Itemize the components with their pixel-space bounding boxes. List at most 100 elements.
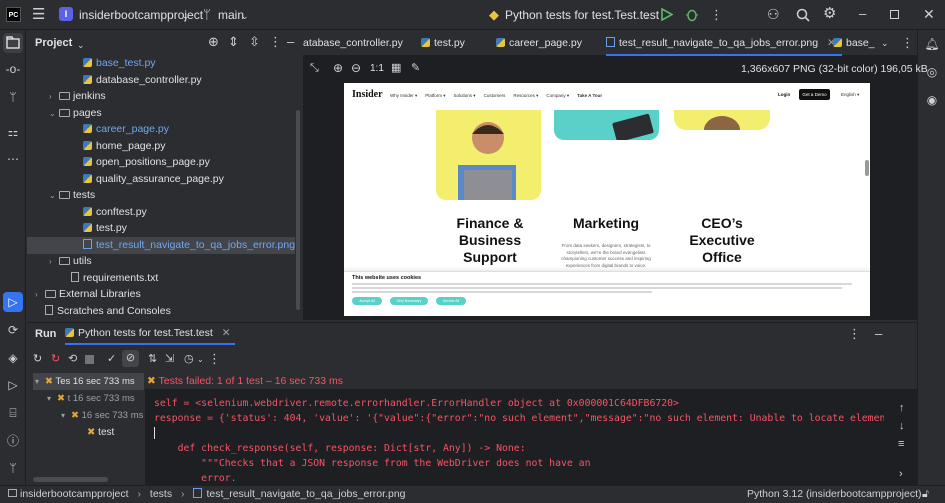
more-tabs-icon[interactable]: ⋮ [901, 36, 914, 50]
python-packages-icon[interactable]: ⟳ [3, 320, 23, 340]
tree-item[interactable]: home_page.py [27, 138, 295, 155]
chevron-down-icon[interactable]: ⌄ [77, 38, 85, 52]
show-passed-icon[interactable]: ✓ [107, 352, 116, 366]
tree-item[interactable]: › External Libraries [27, 286, 295, 303]
run-icon[interactable] [661, 8, 673, 21]
tree-item[interactable]: › utils [27, 253, 295, 270]
close-tab-icon[interactable]: ✕ [222, 327, 231, 339]
hide-icon[interactable]: – [287, 35, 294, 49]
tree-item[interactable]: ⌄ pages [27, 105, 295, 122]
tree-item[interactable]: conftest.py [27, 204, 295, 221]
grid-icon[interactable]: ▦ [391, 61, 401, 75]
chevron-down-icon[interactable]: ⌄ [197, 353, 204, 367]
project-tool-icon[interactable] [3, 33, 23, 53]
show-ignored-icon[interactable]: ⊘ [122, 350, 139, 367]
more-actions-icon[interactable]: ⋮ [710, 8, 723, 22]
tree-item[interactable]: test.py [27, 220, 295, 237]
test-tree-node[interactable]: ▾ ✖ t 16 sec 733 ms [47, 390, 135, 407]
minimize-icon[interactable]: – [859, 7, 866, 21]
tree-item[interactable]: Scratches and Consoles [27, 303, 295, 320]
collapse-all-icon[interactable]: ⇳ [249, 35, 260, 49]
scroll-down-icon[interactable]: ↓ [899, 419, 905, 433]
more-actions-icon[interactable]: ⋮ [208, 352, 221, 366]
chevron-right-icon[interactable]: › [49, 88, 59, 105]
problems-icon[interactable]: ⓘ [3, 431, 23, 451]
more-options-icon[interactable]: ⋮ [269, 35, 282, 49]
close-icon[interactable]: ✕ [923, 7, 935, 21]
zoom-out-icon[interactable]: ⊖ [351, 61, 361, 75]
sort-alpha-icon[interactable]: ⇅ [148, 352, 157, 366]
project-panel-title[interactable]: Project [35, 37, 72, 49]
sort-duration-icon[interactable]: ⇲ [165, 352, 174, 366]
hide-icon[interactable]: – [875, 327, 882, 341]
services-icon[interactable]: ▷ [3, 375, 23, 395]
breadcrumb-item[interactable]: tests [150, 488, 172, 500]
structure-icon[interactable]: ⚏ [3, 122, 23, 142]
chevron-right-icon[interactable]: › [49, 253, 59, 270]
tab-test-result-png[interactable]: test_result_navigate_to_qa_jobs_error.pn… [606, 30, 842, 56]
chevron-down-icon[interactable]: ⌄ [49, 187, 59, 204]
chevron-down-icon[interactable]: ⌄ [241, 9, 249, 23]
scroll-up-icon[interactable]: ↑ [899, 401, 905, 415]
test-tree-scrollbar[interactable] [33, 477, 108, 482]
notifications-icon[interactable]: 🔔︎ [922, 34, 942, 54]
zoom-in-icon[interactable]: ⊕ [333, 61, 343, 75]
color-picker-icon[interactable]: ✎ [411, 61, 420, 75]
tab-base-test[interactable]: base_ [833, 30, 875, 56]
soft-wrap-icon[interactable]: ≡ [898, 437, 904, 451]
actual-size-button[interactable]: 1:1 [370, 63, 384, 74]
tree-item[interactable]: ⌄ tests [27, 187, 295, 204]
chevron-down-icon[interactable]: ⌄ [182, 9, 190, 23]
expand-icon[interactable]: › [899, 467, 903, 481]
tree-item[interactable]: database_controller.py [27, 72, 295, 89]
tab-career-page[interactable]: career_page.py [496, 30, 582, 56]
tree-item[interactable]: test_result_navigate_to_qa_jobs_error.pn… [27, 236, 295, 254]
ai-assistant-icon[interactable]: ◉ [922, 90, 942, 110]
toggle-auto-test-icon[interactable]: ⟲ [68, 352, 77, 366]
breadcrumb-item[interactable]: insiderbootcampproject [20, 488, 129, 500]
expand-all-icon[interactable]: ⇕ [228, 35, 239, 49]
tab-database-controller[interactable]: atabase_controller.py [303, 30, 403, 56]
more-tools-icon[interactable]: ⋯ [3, 149, 23, 169]
run-config[interactable]: Python tests for test.Test.test [505, 8, 659, 22]
rerun-failed-icon[interactable]: ↻ [51, 352, 60, 366]
project-badge[interactable]: I [59, 7, 73, 21]
tree-scrollbar[interactable] [296, 110, 300, 310]
fit-zoom-icon[interactable]: ⤡ [310, 61, 319, 75]
run-tool-icon[interactable]: ▷ [3, 292, 23, 312]
debug-icon[interactable] [685, 7, 699, 22]
search-icon[interactable] [796, 8, 810, 22]
chevron-down-icon[interactable]: ▾ [35, 373, 45, 390]
interpreter[interactable]: Python 3.12 (insiderbootcampproject) [747, 486, 922, 503]
chevron-down-icon[interactable]: ▾ [47, 390, 57, 407]
add-user-icon[interactable]: ⚇ [767, 7, 780, 21]
chevron-down-icon[interactable]: ⌄ [642, 9, 650, 23]
tree-item[interactable]: requirements.txt [27, 270, 295, 287]
run-tab[interactable]: Python tests for test.Test.test ✕ [65, 323, 235, 345]
tree-item[interactable]: › jenkins [27, 88, 295, 105]
rerun-icon[interactable]: ↻ [33, 352, 42, 366]
tab-test[interactable]: test.py [421, 30, 465, 56]
more-options-icon[interactable]: ⋮ [848, 327, 861, 341]
maximize-icon[interactable] [890, 10, 899, 19]
console-output[interactable]: self = <selenium.webdriver.remote.errorh… [145, 389, 917, 486]
chevron-down-icon[interactable]: ⌄ [881, 36, 889, 50]
tree-item[interactable]: open_positions_page.py [27, 154, 295, 171]
tree-item[interactable]: base_test.py [27, 55, 295, 72]
test-tree-leaf[interactable]: ✖ test [87, 424, 114, 441]
test-tree-root[interactable]: ▾ ✖ Tes 16 sec 733 ms [35, 373, 135, 390]
git-branch-icon[interactable]: ᛘ [3, 87, 23, 107]
commit-icon[interactable]: -o- [3, 59, 23, 79]
vcs-icon[interactable]: ᛘ [3, 458, 23, 478]
main-menu-icon[interactable]: ☰ [32, 7, 45, 22]
locate-icon[interactable]: ⊕ [208, 35, 219, 49]
breadcrumb-item[interactable]: test_result_navigate_to_qa_jobs_error.pn… [206, 488, 405, 500]
gear-icon[interactable]: ⚙ [823, 6, 836, 21]
history-icon[interactable]: ◷ [184, 352, 194, 366]
image-preview[interactable]: Insider Why Insider ▾ Platform ▾ Solutions… [344, 83, 870, 316]
lock-icon[interactable]: 🔓︎ [922, 486, 929, 503]
chevron-right-icon[interactable]: › [35, 286, 45, 303]
terminal-icon[interactable]: ⌸ [3, 403, 23, 423]
tree-item[interactable]: quality_assurance_page.py [27, 171, 295, 188]
test-tree-node[interactable]: ▾ ✖ 16 sec 733 ms [61, 407, 143, 424]
